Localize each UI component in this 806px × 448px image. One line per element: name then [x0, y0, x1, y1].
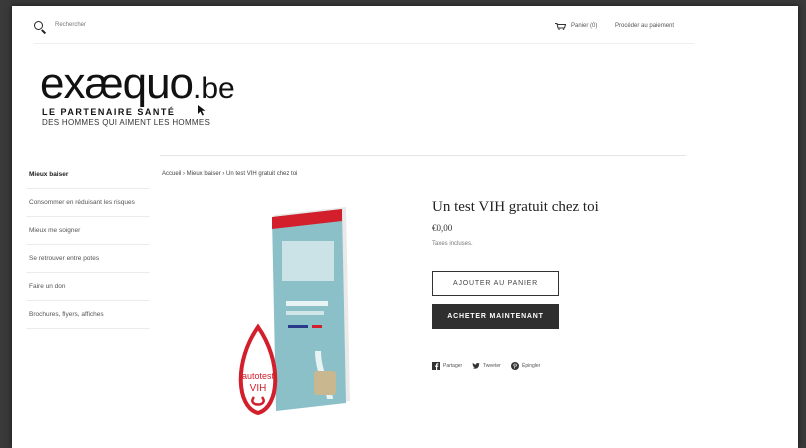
facebook-icon: [432, 362, 440, 370]
cart-icon[interactable]: [555, 23, 566, 30]
search-input[interactable]: Rechercher: [55, 22, 86, 28]
breadcrumb[interactable]: Accueil › Mieux baiser › Un test VIH gra…: [162, 171, 297, 177]
divider: [160, 155, 686, 156]
product-title: Un test VIH gratuit chez toi: [432, 199, 599, 215]
logo-tagline-2: DES HOMMES QUI AIMENT LES HOMMES: [42, 118, 211, 127]
logo-tagline-1: LE PARTENAIRE SANTÉ: [42, 107, 176, 117]
share-pinterest[interactable]: Épingler: [511, 362, 540, 370]
pinterest-icon: [511, 362, 519, 370]
sidebar-nav: Mieux baiser Consommer en réduisant les …: [26, 161, 150, 329]
divider: [34, 43, 694, 44]
share-twitter[interactable]: Tweeter: [472, 362, 501, 370]
search-icon[interactable]: [34, 21, 43, 30]
share-twitter-label: Tweeter: [483, 363, 501, 369]
badge-text-vih: VIH: [250, 383, 267, 394]
buy-now-button[interactable]: ACHETER MAINTENANT: [432, 304, 559, 329]
cart-link[interactable]: Panier (0): [571, 23, 597, 29]
sidebar-item-brochures[interactable]: Brochures, flyers, affiches: [26, 301, 150, 329]
sidebar-item-mieux-baiser[interactable]: Mieux baiser: [26, 161, 150, 189]
share-pinterest-label: Épingler: [522, 363, 541, 369]
share-facebook[interactable]: Partager: [432, 362, 462, 370]
tax-note: Taxes incluses.: [432, 241, 473, 247]
sidebar-item-don[interactable]: Faire un don: [26, 273, 150, 301]
checkout-link[interactable]: Procéder au paiement: [615, 23, 674, 29]
sidebar-item-consommer[interactable]: Consommer en réduisant les risques: [26, 189, 150, 217]
cursor-icon: [198, 105, 206, 116]
top-bar: Rechercher Panier (0) Procéder au paieme…: [12, 6, 798, 46]
share-facebook-label: Partager: [443, 363, 463, 369]
page: Rechercher Panier (0) Procéder au paieme…: [12, 6, 798, 448]
logo-tld: .be: [193, 72, 235, 105]
twitter-icon: [472, 362, 480, 369]
product-image[interactable]: autotest VIH: [226, 201, 356, 416]
logo-name: exæquo: [40, 59, 194, 108]
badge-text: autotest: [242, 371, 275, 381]
sidebar-item-potes[interactable]: Se retrouver entre potes: [26, 245, 150, 273]
sidebar-item-soigner[interactable]: Mieux me soigner: [26, 217, 150, 245]
add-to-cart-button[interactable]: AJOUTER AU PANIER: [432, 271, 559, 296]
product-price: €0,00: [432, 223, 453, 233]
